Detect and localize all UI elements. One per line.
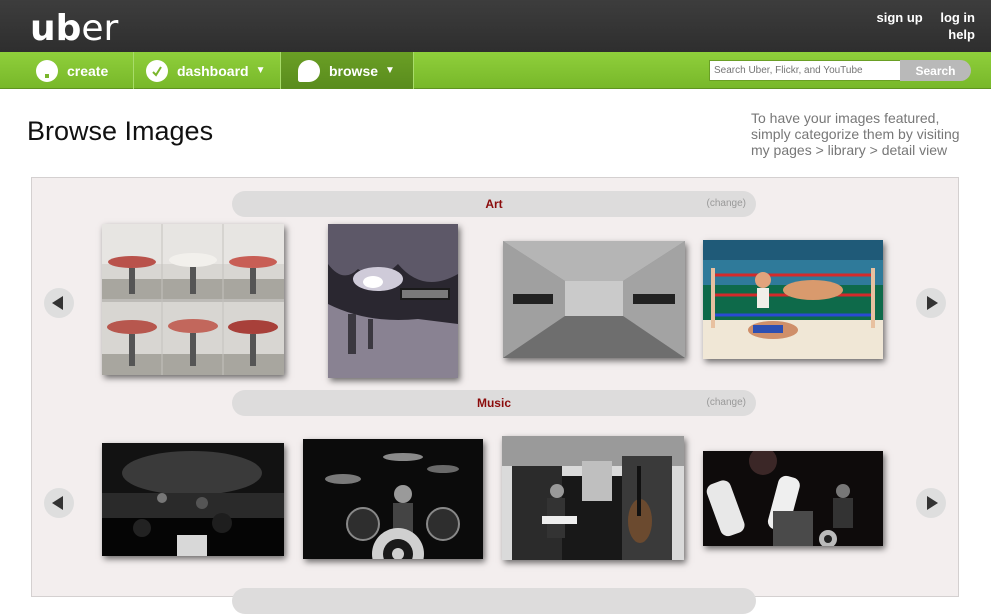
- account-links: sign up log in help: [862, 9, 975, 43]
- nav-create-label: create: [67, 62, 109, 79]
- arrow-right-icon: [927, 296, 938, 310]
- change-category-link[interactable]: (change): [707, 198, 746, 209]
- category-title: Art: [485, 197, 503, 211]
- image-thumbnail[interactable]: [102, 224, 284, 375]
- arrow-left-icon: [52, 296, 63, 310]
- category-title: Music: [476, 396, 511, 410]
- log-in-link[interactable]: log in: [940, 9, 975, 26]
- image-thumbnail[interactable]: [502, 436, 684, 560]
- next-arrow-button[interactable]: [916, 288, 946, 318]
- nav-dashboard-label: dashboard: [177, 62, 249, 79]
- help-link[interactable]: help: [948, 26, 975, 43]
- search-box: Search: [709, 60, 971, 81]
- arrow-right-icon: [927, 496, 938, 510]
- prev-arrow-button[interactable]: [44, 488, 74, 518]
- browse-panel: Art (change) Music (change): [31, 177, 959, 614]
- nav-create[interactable]: create: [0, 52, 134, 89]
- search-button[interactable]: Search: [900, 60, 971, 81]
- top-header: uber sign up log in help: [0, 0, 991, 52]
- chevron-down-icon: ▼: [385, 65, 395, 76]
- main-nav: create dashboard ▼ browse ▼ Search: [0, 52, 991, 89]
- feature-instructions: To have your images featured, simply cat…: [751, 110, 960, 158]
- next-arrow-button[interactable]: [916, 488, 946, 518]
- image-thumbnail[interactable]: [703, 451, 883, 546]
- image-thumbnail[interactable]: [102, 443, 284, 556]
- chevron-down-icon: ▼: [255, 65, 266, 76]
- arrow-left-icon: [52, 496, 63, 510]
- dashboard-gauge-icon: [146, 59, 168, 82]
- change-category-link[interactable]: (change): [707, 397, 746, 408]
- image-thumbnail[interactable]: [503, 241, 685, 358]
- category-bar-music: Music (change): [232, 390, 756, 416]
- lightbulb-icon: [36, 59, 58, 82]
- uber-logo[interactable]: uber: [30, 8, 118, 49]
- prev-arrow-button[interactable]: [44, 288, 74, 318]
- search-input[interactable]: [709, 60, 901, 81]
- image-thumbnail[interactable]: [328, 224, 458, 378]
- nav-dashboard[interactable]: dashboard ▼: [134, 52, 281, 89]
- category-bar-art: Art (change): [232, 191, 756, 217]
- speech-bubble-icon: [298, 59, 320, 82]
- nav-browse[interactable]: browse ▼: [281, 52, 414, 89]
- sign-up-link[interactable]: sign up: [876, 9, 922, 26]
- nav-browse-label: browse: [329, 62, 379, 79]
- page-title: Browse Images: [27, 116, 214, 146]
- image-thumbnail[interactable]: [703, 240, 883, 359]
- category-bar-next: [232, 588, 756, 614]
- image-thumbnail[interactable]: [303, 439, 483, 559]
